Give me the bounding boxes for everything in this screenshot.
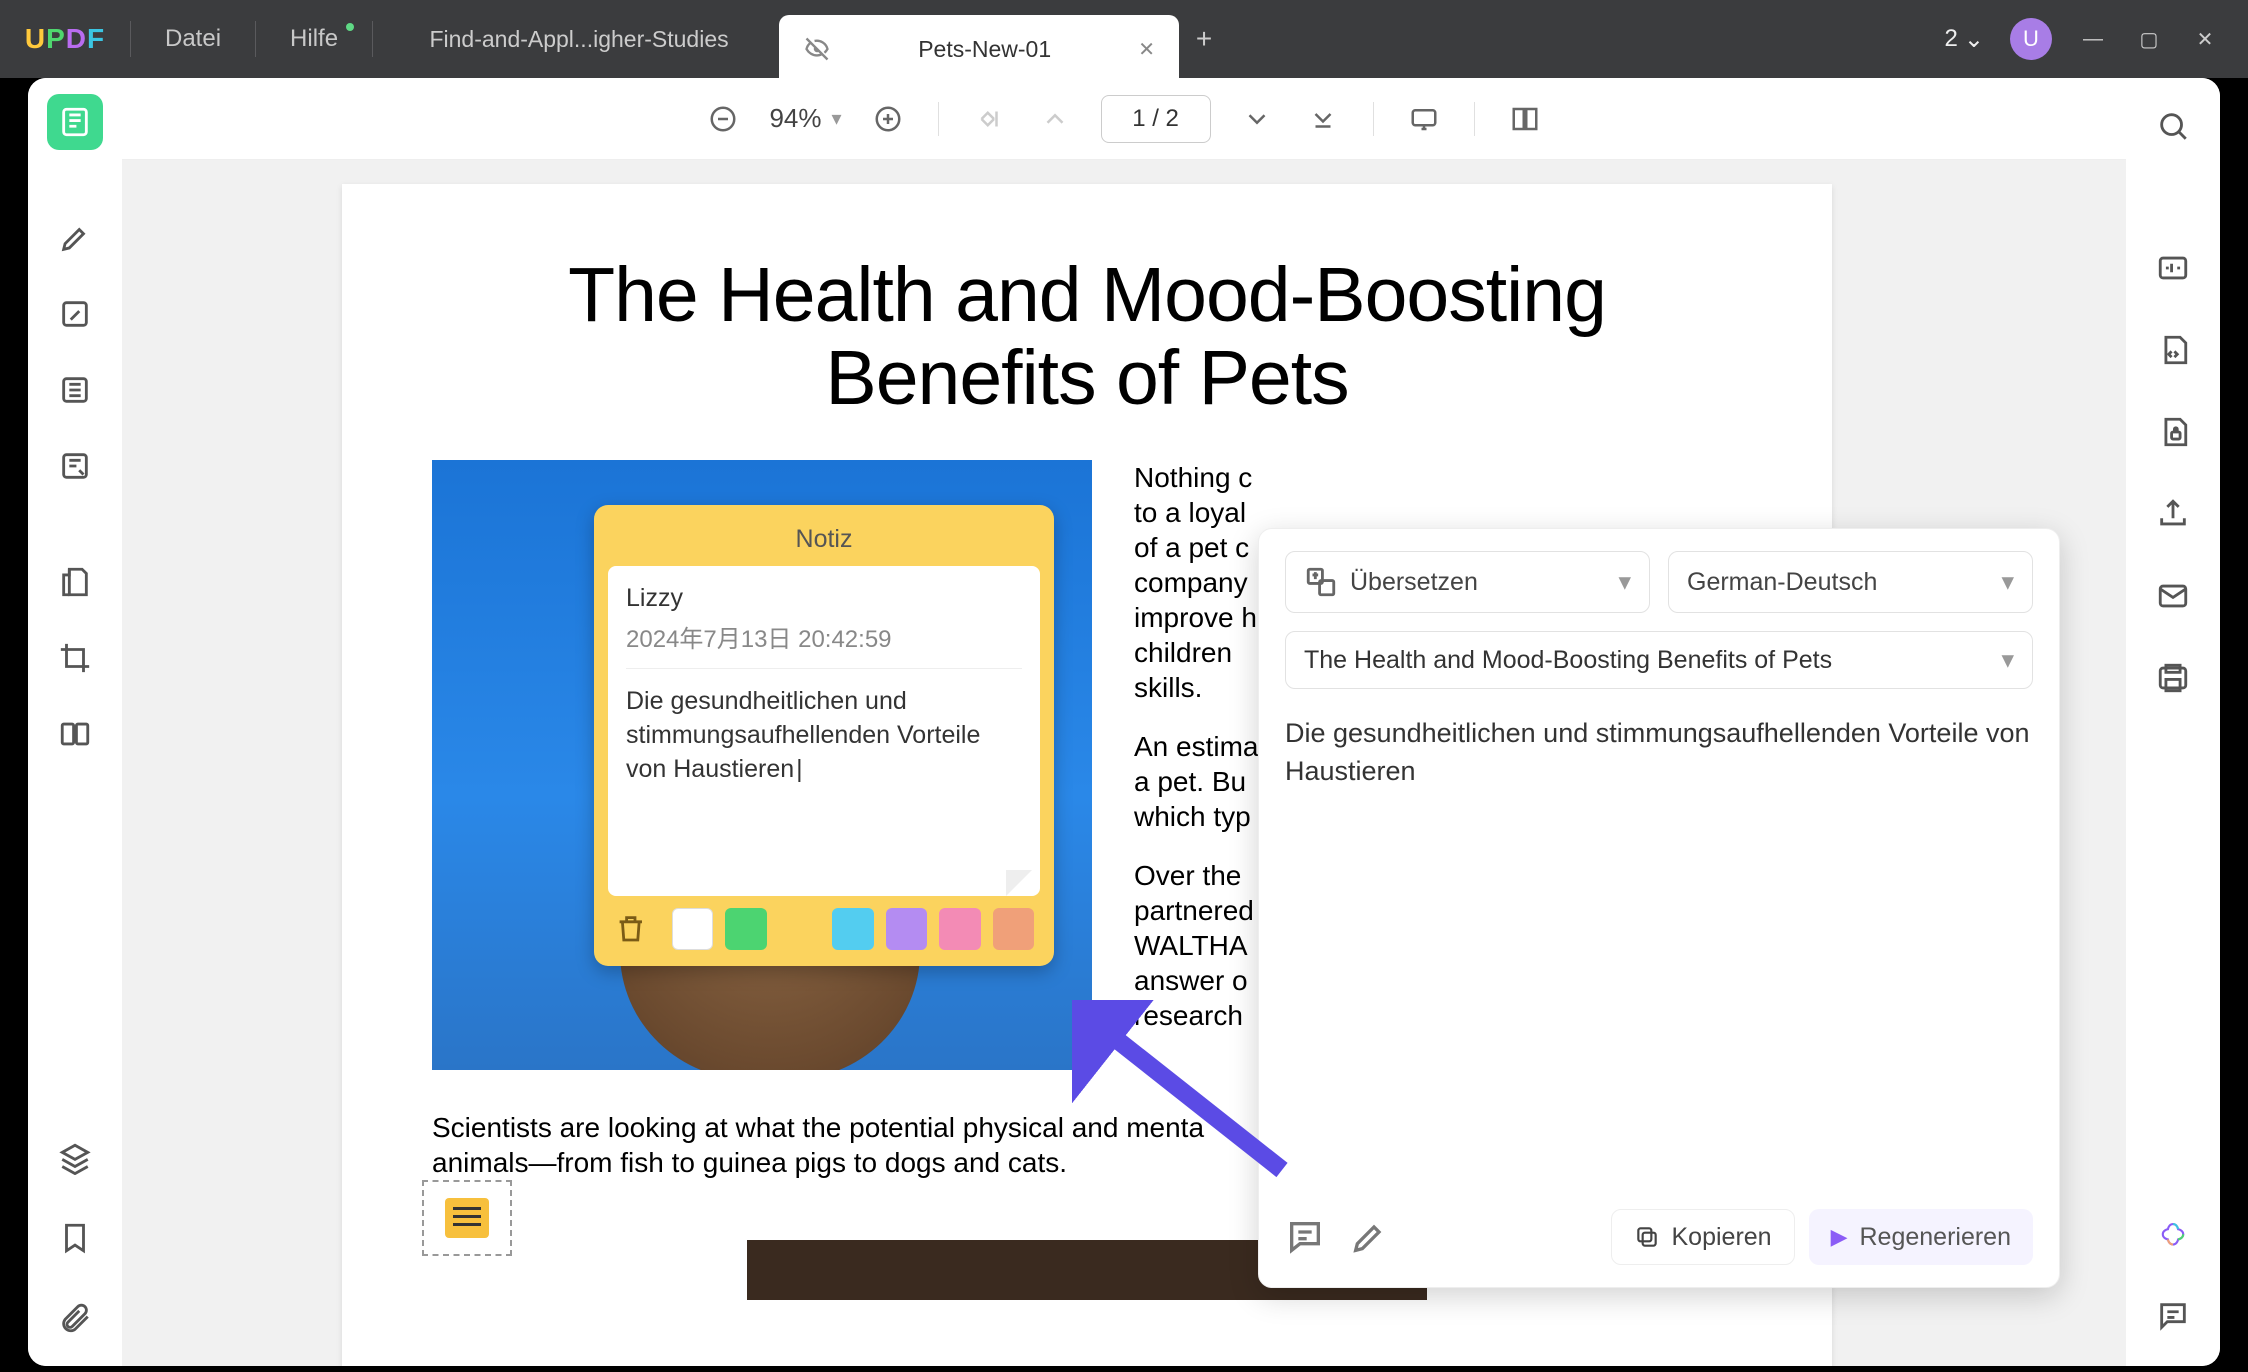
search-button[interactable] bbox=[2147, 100, 2199, 152]
insert-highlight-button[interactable] bbox=[1349, 1217, 1389, 1257]
chevron-down-icon: ▾ bbox=[2001, 567, 2014, 597]
page-indicator[interactable]: 1 / 2 bbox=[1101, 95, 1211, 143]
avatar[interactable]: U bbox=[2010, 18, 2052, 60]
chevron-down-icon: ▾ bbox=[2001, 645, 2014, 675]
titlebar: UPDF Datei Hilfe Find-and-Appl...igher-S… bbox=[0, 0, 2248, 78]
crop-button[interactable] bbox=[47, 630, 103, 686]
sticky-date: 2024年7月13日 20:42:59 bbox=[626, 619, 1022, 669]
ocr-button[interactable] bbox=[2147, 242, 2199, 294]
ai-translate-panel: Übersetzen ▾ German-Deutsch ▾ The Health… bbox=[1258, 528, 2060, 1288]
send-icon: ▶ bbox=[1831, 1224, 1848, 1250]
tab-close-icon[interactable]: ✕ bbox=[1138, 37, 1155, 62]
menu-help[interactable]: Hilfe bbox=[256, 25, 372, 53]
form-button[interactable] bbox=[47, 438, 103, 494]
zoom-value[interactable]: 94%▾ bbox=[769, 103, 841, 134]
left-rail bbox=[28, 78, 122, 1366]
color-green[interactable] bbox=[725, 908, 766, 950]
ai-assistant-button[interactable] bbox=[2147, 1210, 2199, 1262]
color-white[interactable] bbox=[672, 908, 714, 950]
color-yellow[interactable] bbox=[779, 908, 820, 950]
maximize-button[interactable]: ▢ bbox=[2134, 24, 2164, 54]
last-page-button[interactable] bbox=[1303, 99, 1343, 139]
insert-comment-button[interactable] bbox=[1285, 1217, 1325, 1257]
color-blue[interactable] bbox=[832, 908, 873, 950]
doc-canvas[interactable]: The Health and Mood-Boosting Benefits of… bbox=[122, 160, 2126, 1366]
pages-panel-button[interactable] bbox=[47, 554, 103, 610]
tab-active[interactable]: Pets-New-01 ✕ bbox=[779, 15, 1179, 83]
zoom-out-button[interactable] bbox=[703, 99, 743, 139]
attachment-button[interactable] bbox=[47, 1290, 103, 1346]
zoom-in-button[interactable] bbox=[868, 99, 908, 139]
regenerate-button[interactable]: ▶Regenerieren bbox=[1809, 1209, 2033, 1265]
prev-page-button[interactable] bbox=[1035, 99, 1075, 139]
protect-button[interactable] bbox=[2147, 406, 2199, 458]
highlighter-button[interactable] bbox=[47, 210, 103, 266]
edit-text-button[interactable] bbox=[47, 286, 103, 342]
comments-button[interactable] bbox=[2147, 1290, 2199, 1342]
minimize-button[interactable]: — bbox=[2078, 24, 2108, 54]
tab-add-button[interactable]: + bbox=[1179, 23, 1229, 55]
reader-mode-button[interactable] bbox=[47, 94, 103, 150]
note-marker[interactable] bbox=[422, 1180, 512, 1256]
ai-language-select[interactable]: German-Deutsch ▾ bbox=[1668, 551, 2033, 613]
share-button[interactable] bbox=[2147, 488, 2199, 540]
convert-button[interactable] bbox=[2147, 324, 2199, 376]
delete-note-button[interactable] bbox=[614, 912, 648, 946]
chevron-down-icon: ▾ bbox=[832, 106, 842, 131]
hidden-eye-icon bbox=[803, 35, 831, 63]
doc-toolbar: 94%▾ 1 / 2 bbox=[122, 78, 2126, 160]
tab-inactive[interactable]: Find-and-Appl...igher-Studies bbox=[379, 8, 779, 70]
email-button[interactable] bbox=[2147, 570, 2199, 622]
right-rail bbox=[2126, 78, 2220, 1366]
color-pink[interactable] bbox=[939, 908, 980, 950]
sticky-header: Notiz bbox=[608, 519, 1040, 566]
window-count[interactable]: 2⌄ bbox=[1945, 25, 1984, 54]
close-button[interactable]: ✕ bbox=[2190, 24, 2220, 54]
first-page-button[interactable] bbox=[969, 99, 1009, 139]
copy-button[interactable]: Kopieren bbox=[1611, 1209, 1795, 1265]
ai-output-text: Die gesundheitlichen und stimmungsaufhel… bbox=[1285, 715, 2033, 791]
compare-button[interactable] bbox=[47, 706, 103, 762]
sticky-note-popup: Notiz Lizzy 2024年7月13日 20:42:59 Die gesu… bbox=[594, 505, 1054, 966]
chevron-down-icon: ▾ bbox=[1618, 567, 1631, 597]
bookmark-button[interactable] bbox=[47, 1210, 103, 1266]
chevron-down-icon: ⌄ bbox=[1964, 25, 1984, 54]
app-logo: UPDF bbox=[0, 23, 130, 55]
doc-title: The Health and Mood-Boosting Benefits of… bbox=[432, 254, 1742, 420]
ai-mode-select[interactable]: Übersetzen ▾ bbox=[1285, 551, 1650, 613]
next-page-button[interactable] bbox=[1237, 99, 1277, 139]
layers-button[interactable] bbox=[47, 1130, 103, 1186]
print-button[interactable] bbox=[2147, 652, 2199, 704]
ai-source-text[interactable]: The Health and Mood-Boosting Benefits of… bbox=[1285, 631, 2033, 689]
sticky-textarea[interactable]: Die gesundheitlichen und stimmungsaufhel… bbox=[626, 685, 1022, 786]
presentation-button[interactable] bbox=[1404, 99, 1444, 139]
color-orange[interactable] bbox=[993, 908, 1034, 950]
color-purple[interactable] bbox=[886, 908, 927, 950]
menu-file[interactable]: Datei bbox=[131, 25, 255, 53]
sticky-author: Lizzy bbox=[626, 584, 1022, 613]
page-layout-button[interactable] bbox=[1505, 99, 1545, 139]
page-organize-button[interactable] bbox=[47, 362, 103, 418]
